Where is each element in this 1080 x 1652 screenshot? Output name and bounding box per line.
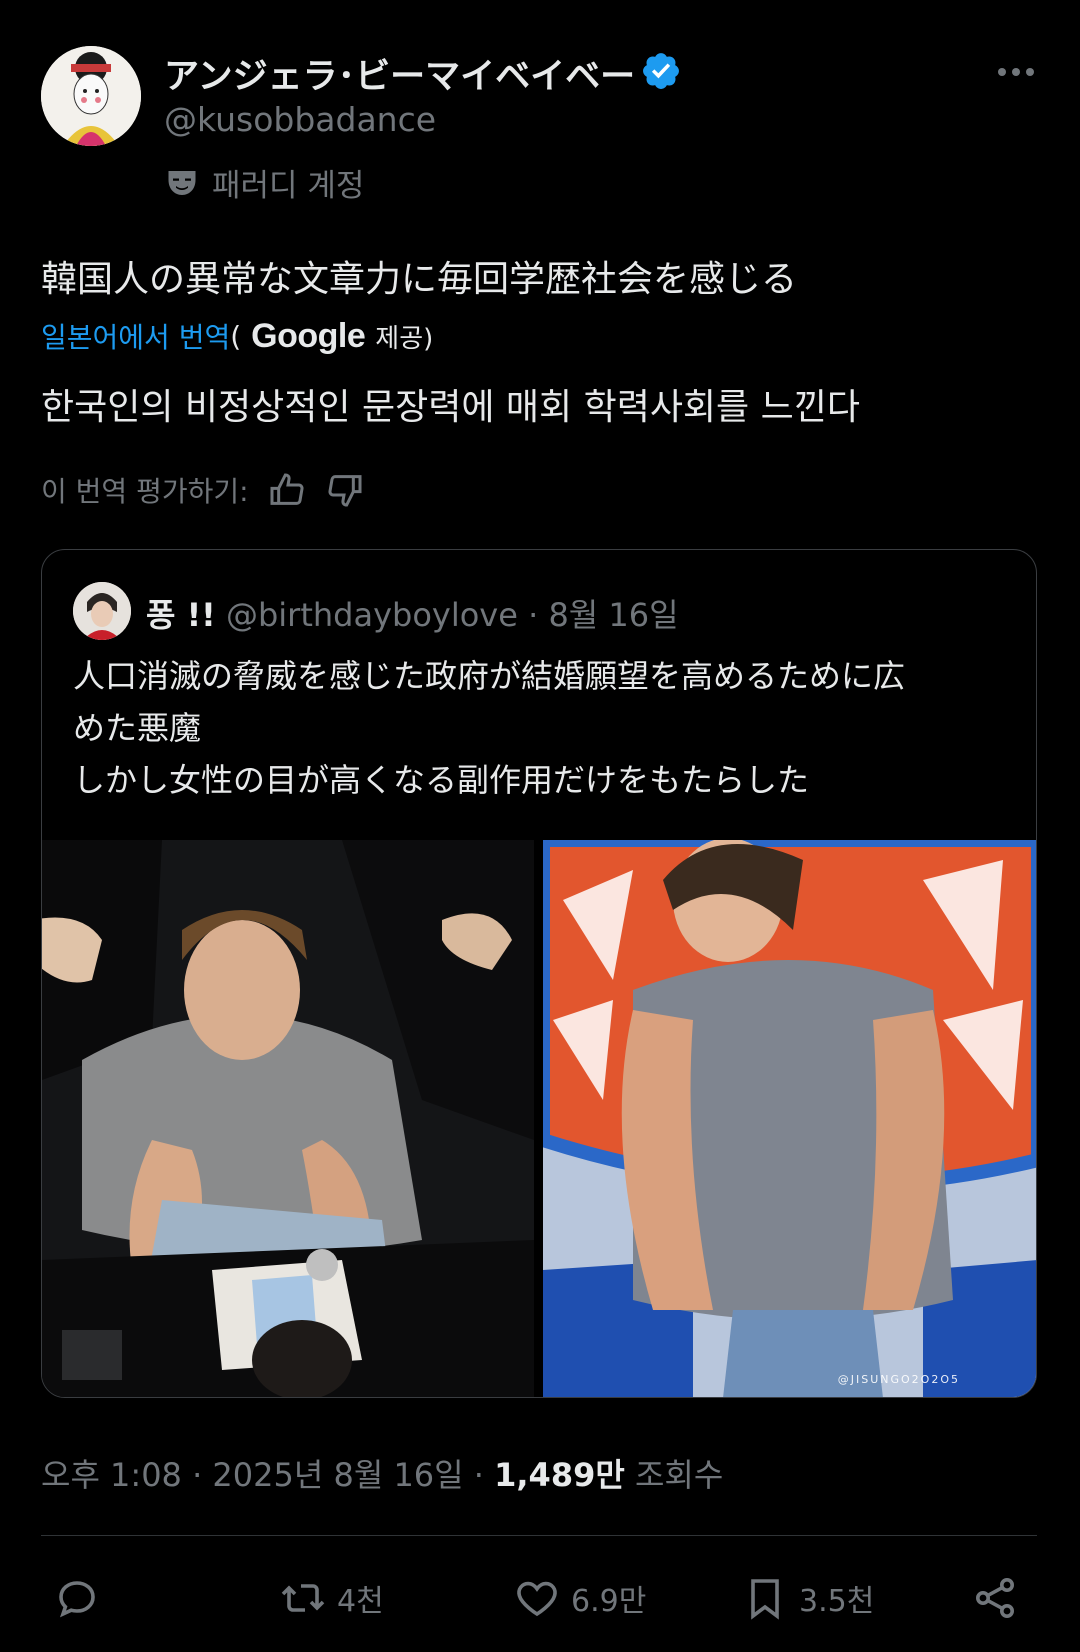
share-button[interactable]: [971, 1560, 1019, 1635]
quoted-author-name[interactable]: 퐁 !!: [146, 596, 216, 634]
translate-provided: 제공): [375, 323, 434, 354]
thumbs-up-icon[interactable]: [267, 470, 307, 510]
translate-open-paren: (: [230, 319, 242, 353]
rate-label: 이 번역 평가하기:: [41, 475, 249, 508]
quoted-photo-1[interactable]: [42, 840, 534, 1397]
quoted-author-avatar[interactable]: [73, 582, 131, 640]
mask-icon: [168, 170, 196, 195]
translate-link[interactable]: 일본어에서 번역: [41, 316, 230, 356]
quoted-line: しかし女性の目が高くなる副作用だけをもたらした: [73, 761, 810, 799]
tweet-text-original: 韓国人の異常な文章力に毎回学歴社会を感じる: [41, 259, 798, 300]
tweet-text-translated: 한국인의 비정상적인 문장력에 매회 학력사회를 느낀다: [41, 387, 860, 428]
views-count: 1,489만: [494, 1456, 625, 1494]
retweet-count: 4천: [337, 1583, 384, 1619]
quoted-line: 人口消滅の脅威を感じた政府が結婚願望を高めるために広: [73, 657, 906, 695]
thumbs-down-icon[interactable]: [325, 470, 365, 510]
quoted-author-handle[interactable]: @birthdayboylove: [226, 596, 518, 634]
bookmark-count: 3.5천: [799, 1583, 875, 1619]
quoted-tweet-text: 人口消滅の脅威を感じた政府が結婚願望を高めるために広 めた悪魔 しかし女性の目が…: [73, 650, 1003, 806]
author-display-name[interactable]: アンジェラ･ビーマイベイベー: [164, 48, 635, 99]
like-count: 6.9만: [571, 1583, 647, 1619]
share-icon: [976, 1577, 1014, 1618]
retweet-button[interactable]: 4천: [279, 1560, 384, 1635]
tweet-time[interactable]: 오후 1:08 · 2025년 8월 16일 ·: [41, 1456, 494, 1494]
quoted-line: めた悪魔: [73, 709, 202, 747]
quoted-header: 퐁 !! @birthdayboylove · 8월 16일: [146, 590, 679, 636]
tweet-timestamp: 오후 1:08 · 2025년 8월 16일 · 1,489만 조회수: [41, 1450, 723, 1496]
rate-translation: 이 번역 평가하기:: [41, 470, 365, 510]
quoted-date: · 8월 16일: [528, 596, 679, 634]
bookmark-icon: [751, 1578, 779, 1620]
views-label: 조회수: [624, 1456, 724, 1494]
reply-button[interactable]: [53, 1560, 101, 1635]
translation-attribution: 일본어에서 번역 ( Google 제공): [41, 316, 433, 356]
action-bar: 4천 6.9만 3.5천: [41, 1560, 1037, 1635]
author-avatar[interactable]: [41, 46, 141, 146]
parody-text: 패러디 계정: [212, 168, 365, 204]
divider: [41, 1535, 1037, 1536]
bookmark-button[interactable]: 3.5천: [741, 1560, 874, 1635]
quoted-photo-2[interactable]: @JISUNGO2O2O5: [543, 840, 1036, 1397]
photo-watermark: @JISUNGO2O2O5: [837, 1373, 960, 1386]
quoted-tweet[interactable]: 퐁 !! @birthdayboylove · 8월 16일 人口消滅の脅威を感…: [41, 549, 1037, 1398]
google-logo: Google: [251, 316, 366, 355]
like-button[interactable]: 6.9만: [513, 1560, 646, 1635]
verified-badge-icon: [643, 53, 679, 89]
parody-account-label: 패러디 계정: [164, 160, 364, 205]
reply-icon: [59, 1580, 95, 1617]
heart-icon: [517, 1581, 557, 1616]
more-options-icon[interactable]: [996, 62, 1036, 82]
retweet-icon: [281, 1583, 325, 1612]
author-handle[interactable]: @kusobbadance: [164, 100, 436, 139]
